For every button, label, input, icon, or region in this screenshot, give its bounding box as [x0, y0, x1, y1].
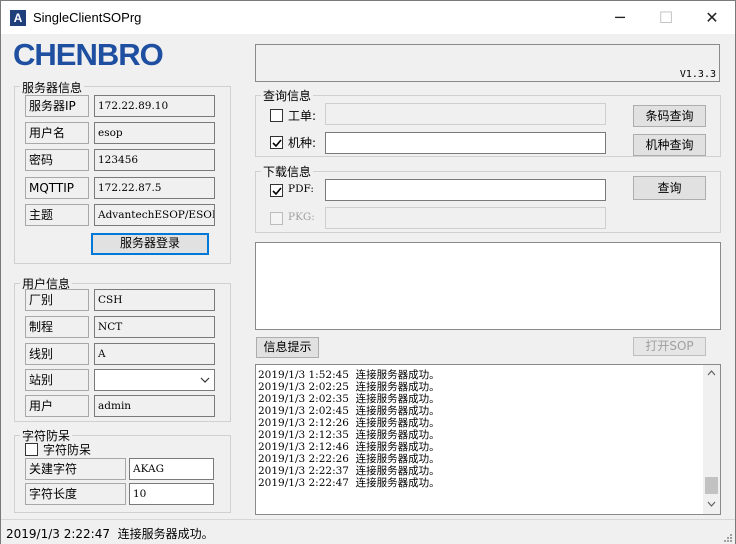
- server-ip-label: 服务器IP: [25, 95, 89, 117]
- scroll-down-icon[interactable]: [707, 501, 716, 507]
- process-label: 制程: [25, 316, 89, 338]
- mqtt-ip-label: MQTTIP: [25, 177, 89, 199]
- keyword-field[interactable]: AKAG: [129, 458, 214, 480]
- process-field[interactable]: NCT: [94, 316, 215, 338]
- log-list[interactable]: 2019/1/3 1:52:45 连接服务器成功。 2019/1/3 2:02:…: [255, 364, 721, 515]
- model-query-button[interactable]: 机种查询: [633, 134, 706, 156]
- app-icon: A: [10, 10, 26, 26]
- workorder-label: 工单:: [288, 109, 317, 123]
- antidup-checkbox-label: 字符防呆: [43, 443, 92, 457]
- log-item: 2019/1/3 2:02:45 连接服务器成功。: [258, 405, 440, 417]
- station-select[interactable]: [94, 369, 215, 391]
- model-label: 机种:: [288, 136, 317, 150]
- pdf-input[interactable]: [325, 179, 606, 201]
- log-item: 2019/1/3 1:52:45 连接服务器成功。: [258, 369, 440, 381]
- pkg-input[interactable]: [325, 207, 606, 229]
- log-scrollbar[interactable]: [703, 365, 720, 514]
- log-item: 2019/1/3 2:12:46 连接服务器成功。: [258, 441, 440, 453]
- info-tip-button[interactable]: 信息提示: [256, 337, 319, 358]
- factory-label: 厂别: [25, 289, 89, 311]
- scroll-up-icon[interactable]: [707, 370, 716, 376]
- pkg-label: PKG:: [288, 211, 315, 223]
- password-field[interactable]: 123456: [94, 149, 215, 171]
- line-label: 线别: [25, 343, 89, 365]
- pdf-label: PDF:: [288, 183, 314, 195]
- password-label: 密码: [25, 149, 89, 171]
- log-item: 2019/1/3 2:02:35 连接服务器成功。: [258, 393, 440, 405]
- log-item: 2019/1/3 2:22:47 连接服务器成功。: [258, 477, 440, 489]
- close-button[interactable]: ✕: [689, 1, 735, 34]
- workorder-checkbox[interactable]: [270, 109, 283, 122]
- download-info-title: 下载信息: [261, 163, 314, 180]
- main-window: A SingleClientSOPrg ─ ☐ ✕ CHENBRO 服务器信息 …: [0, 0, 736, 544]
- download-query-button[interactable]: 查询: [633, 176, 706, 200]
- log-item: 2019/1/3 2:12:26 连接服务器成功。: [258, 417, 440, 429]
- version-panel: V1.3.3: [255, 44, 720, 82]
- log-item: 2019/1/3 2:12:35 连接服务器成功。: [258, 429, 440, 441]
- check-icon: [272, 139, 282, 148]
- model-input[interactable]: [325, 132, 606, 154]
- chevron-down-icon[interactable]: [200, 376, 210, 384]
- check-icon: [272, 187, 282, 196]
- username-label: 用户名: [25, 122, 89, 144]
- username-field[interactable]: esop: [94, 122, 215, 144]
- status-bar: 2019/1/3 2:22:47 连接服务器成功。: [1, 519, 735, 544]
- server-login-button[interactable]: 服务器登录: [91, 233, 209, 255]
- workorder-input[interactable]: [325, 103, 606, 125]
- chenbro-logo: CHENBRO: [13, 37, 164, 71]
- user-label: 用户: [25, 395, 89, 417]
- log-item: 2019/1/3 2:22:37 连接服务器成功。: [258, 465, 440, 477]
- antidup-checkbox[interactable]: [25, 443, 38, 456]
- pkg-checkbox[interactable]: [270, 212, 283, 225]
- user-field[interactable]: admin: [94, 395, 215, 417]
- query-info-title: 查询信息: [261, 87, 314, 104]
- server-ip-field[interactable]: 172.22.89.10: [94, 95, 215, 117]
- server-info-title: 服务器信息: [20, 79, 85, 96]
- log-item: 2019/1/3 2:02:25 连接服务器成功。: [258, 381, 440, 393]
- factory-field[interactable]: CSH: [94, 289, 215, 311]
- log-lines: 2019/1/3 1:52:45 连接服务器成功。 2019/1/3 2:02:…: [258, 369, 698, 489]
- model-checkbox[interactable]: [270, 136, 283, 149]
- keyword-label: 关建字符: [25, 458, 126, 480]
- title-bar[interactable]: A SingleClientSOPrg ─ ☐ ✕: [1, 1, 735, 34]
- maximize-button[interactable]: ☐: [643, 1, 689, 34]
- resize-grip-icon[interactable]: [722, 532, 732, 542]
- mqtt-ip-field[interactable]: 172.22.87.5: [94, 177, 215, 199]
- window-title: SingleClientSOPrg: [33, 10, 142, 25]
- minimize-button[interactable]: ─: [597, 1, 643, 34]
- content-area[interactable]: [255, 242, 721, 330]
- char-length-field[interactable]: 10: [129, 483, 214, 505]
- barcode-query-button[interactable]: 条码查询: [633, 105, 706, 127]
- line-field[interactable]: A: [94, 343, 215, 365]
- pdf-checkbox[interactable]: [270, 184, 283, 197]
- version-text: V1.3.3: [679, 69, 716, 80]
- topic-field[interactable]: AdvantechESOP/ESOP_Clien: [94, 204, 215, 226]
- logo-text: CHENBRO: [13, 37, 163, 71]
- status-text: 2019/1/3 2:22:47 连接服务器成功。: [6, 527, 214, 541]
- scroll-thumb[interactable]: [705, 477, 718, 494]
- log-item: 2019/1/3 2:22:26 连接服务器成功。: [258, 453, 440, 465]
- char-length-label: 字符长度: [25, 483, 126, 505]
- open-sop-button[interactable]: 打开SOP: [633, 337, 706, 356]
- topic-label: 主题: [25, 204, 89, 226]
- station-label: 站别: [25, 369, 89, 391]
